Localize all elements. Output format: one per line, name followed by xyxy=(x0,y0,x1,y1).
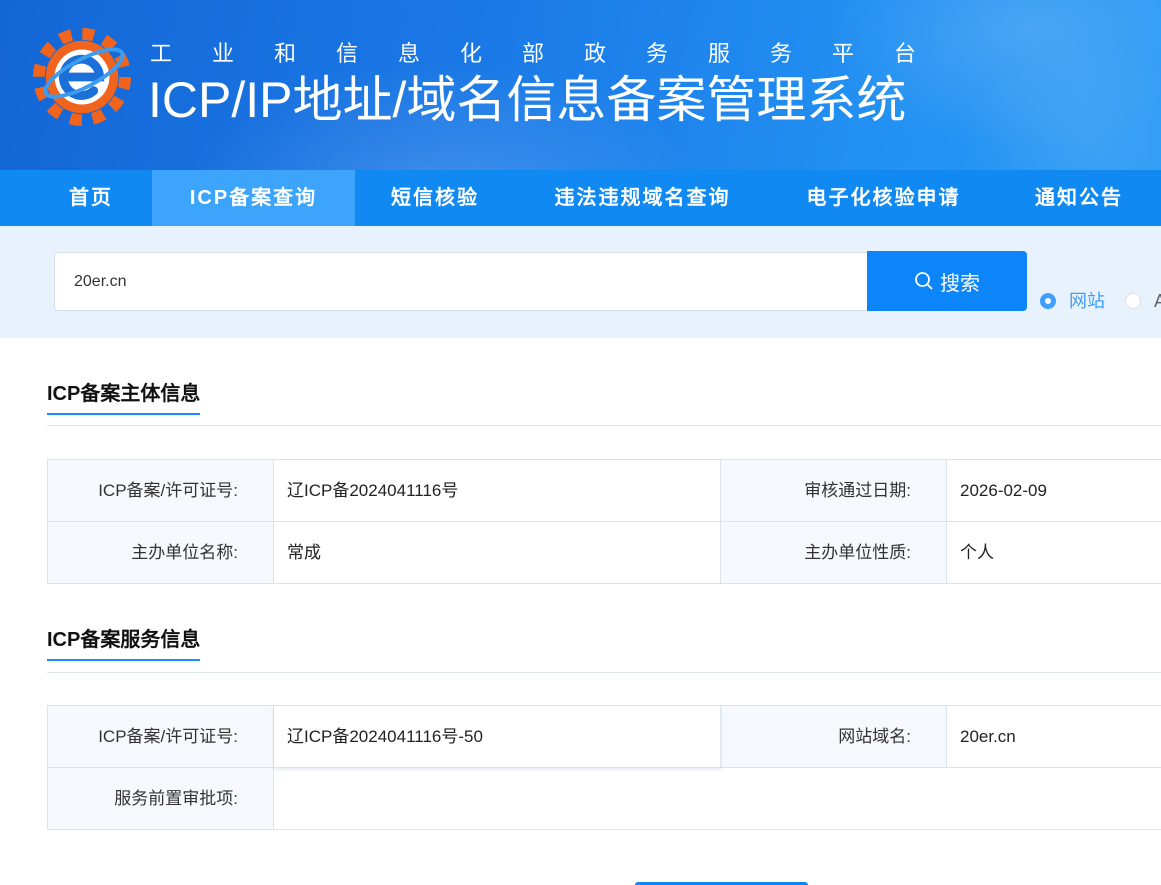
field-label: ICP备案/许可证号: xyxy=(48,706,274,768)
nav-item-notices[interactable]: 通知公告 xyxy=(997,170,1161,226)
nav-item-e-verify-apply[interactable]: 电子化核验申请 xyxy=(770,170,997,226)
page: 工业和信息化部政务服务平台 ICP/IP地址/域名信息备案管理系统 首页 ICP… xyxy=(0,0,1161,885)
radio-label: 网站 xyxy=(1069,291,1105,311)
field-value-license-number: 辽ICP备2024041116号 xyxy=(274,460,721,522)
field-label: 服务前置审批项: xyxy=(48,768,274,830)
field-label: ICP备案/许可证号: xyxy=(48,460,274,522)
section-title-service-info: ICP备案服务信息 xyxy=(47,627,201,661)
header-subtitle: 工业和信息化部政务服务平台 xyxy=(150,41,957,66)
section-divider xyxy=(47,672,1161,673)
field-value-pre-approval-items xyxy=(274,768,1161,830)
search-area: 搜索 网站 A xyxy=(0,226,1161,338)
page-title: ICP/IP地址/域名信息备案管理系统 xyxy=(148,72,907,128)
field-value-approval-date: 2026-02-09 xyxy=(947,460,1161,522)
radio-label: A xyxy=(1154,291,1161,311)
search-input[interactable] xyxy=(54,252,867,311)
site-header: 工业和信息化部政务服务平台 ICP/IP地址/域名信息备案管理系统 xyxy=(0,0,1161,170)
section-title-entity-info: ICP备案主体信息 xyxy=(47,381,201,415)
search-button[interactable]: 搜索 xyxy=(867,251,1027,311)
nav-item-icp-query[interactable]: ICP备案查询 xyxy=(152,170,355,226)
field-label: 审核通过日期: xyxy=(721,460,947,522)
gear-e-logo-icon xyxy=(33,28,131,126)
nav-item-sms-verify[interactable]: 短信核验 xyxy=(355,170,515,226)
field-label: 网站域名: xyxy=(721,706,947,768)
main-nav: 首页 ICP备案查询 短信核验 违法违规域名查询 电子化核验申请 通知公告 xyxy=(0,170,1161,226)
radio-circle[interactable] xyxy=(1125,293,1141,309)
nav-item-home[interactable]: 首页 xyxy=(30,170,152,226)
nav-item-illegal-domain-query[interactable]: 违法违规域名查询 xyxy=(515,170,770,226)
section-divider xyxy=(47,425,1161,426)
field-label: 主办单位名称: xyxy=(48,522,274,584)
search-type-radio-website[interactable]: 网站 xyxy=(1040,290,1120,312)
radio-circle[interactable] xyxy=(1040,293,1056,309)
entity-info-table: ICP备案/许可证号: 辽ICP备2024041116号 审核通过日期: 202… xyxy=(47,459,1161,584)
field-value-organizer-type: 个人 xyxy=(947,522,1161,584)
search-button-label: 搜索 xyxy=(940,272,980,295)
field-value-service-license-number: 辽ICP备2024041116号-50 xyxy=(274,706,721,768)
field-value-organizer-name: 常成 xyxy=(274,522,721,584)
search-type-radio-app[interactable]: A xyxy=(1125,290,1161,312)
search-icon xyxy=(915,272,933,290)
field-label: 主办单位性质: xyxy=(721,522,947,584)
service-info-table: ICP备案/许可证号: 辽ICP备2024041116号-50 网站域名: 20… xyxy=(47,705,1161,830)
field-value-website-domain: 20er.cn xyxy=(947,706,1161,768)
